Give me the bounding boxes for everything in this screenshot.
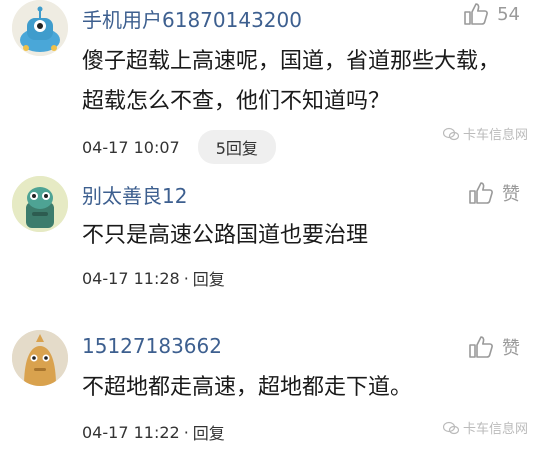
reply-button[interactable]: 回复	[193, 266, 225, 290]
avatar[interactable]	[12, 330, 68, 386]
robot-avatar-icon	[12, 330, 68, 386]
username[interactable]: 别太善良12	[82, 180, 187, 209]
timestamp: 04-17 10:07	[82, 137, 180, 157]
watermark: 卡车信息网	[442, 418, 528, 437]
like-button[interactable]: 赞	[468, 334, 520, 360]
like-label: 赞	[502, 184, 520, 205]
robot-avatar-icon	[12, 176, 68, 232]
watermark-text: 卡车信息网	[462, 422, 528, 437]
comment-text: 不只是高速公路国道也要治理	[82, 223, 369, 248]
reply-count-button[interactable]: 5回复	[197, 130, 276, 164]
robot-avatar-icon	[12, 0, 68, 56]
username[interactable]: 15127183662	[82, 334, 222, 358]
thumbs-up-icon	[469, 182, 493, 204]
meta-separator: ·	[183, 268, 189, 288]
avatar[interactable]	[12, 0, 68, 56]
watermark-text: 卡车信息网	[462, 128, 528, 143]
like-button[interactable]: 赞	[468, 180, 520, 206]
like-button[interactable]: 54	[463, 2, 520, 26]
comment-meta: 04-17 10:07 5回复	[82, 130, 276, 164]
comment-meta: 04-17 11:22 · 回复	[82, 420, 225, 444]
wechat-icon	[442, 421, 459, 434]
timestamp: 04-17 11:22	[82, 422, 180, 442]
watermark: 卡车信息网	[442, 124, 528, 143]
comment-text: 傻子超载上高速呢，国道，省道那些大载，超载怎么不查，他们不知道吗？	[82, 49, 501, 114]
like-count: 54	[497, 3, 520, 25]
comment-meta: 04-17 11:28 · 回复	[82, 266, 225, 290]
like-label: 赞	[502, 338, 520, 359]
thumbs-up-icon	[469, 336, 493, 358]
avatar[interactable]	[12, 176, 68, 232]
comment-text: 不超地都走高速，超地都走下道。	[82, 375, 413, 400]
meta-separator: ·	[183, 422, 189, 442]
thumbs-up-icon	[464, 3, 489, 25]
wechat-icon	[442, 127, 459, 140]
timestamp: 04-17 11:28	[82, 268, 180, 288]
reply-button[interactable]: 回复	[193, 420, 225, 444]
username[interactable]: 手机用户61870143200	[82, 4, 302, 33]
